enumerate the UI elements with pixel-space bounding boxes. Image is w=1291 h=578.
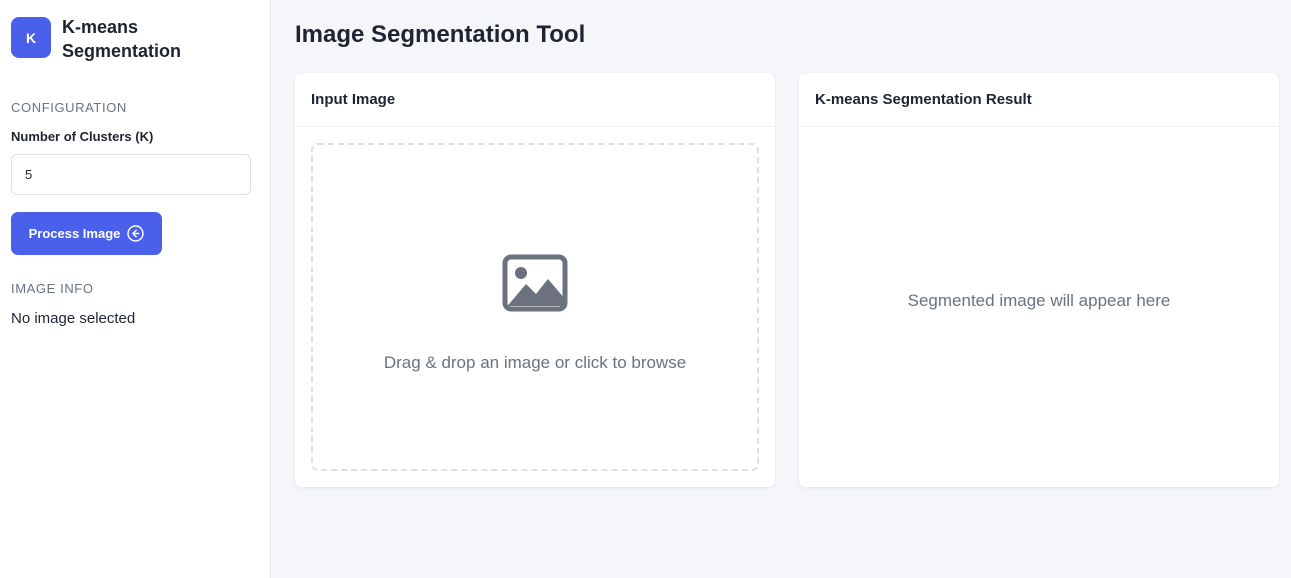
result-area: Segmented image will appear here [799,127,1279,487]
brand: K K-means Segmentation [11,15,259,63]
cards-row: Input Image Drag & drop an image or clic… [295,73,1279,487]
brand-logo: K [11,17,51,58]
app-window: K K-means Segmentation CONFIGURATION Num… [0,0,1291,578]
image-dropzone[interactable]: Drag & drop an image or click to browse [311,143,759,471]
image-info-section-label: IMAGE INFO [11,281,94,296]
process-image-button[interactable]: Process Image [11,212,162,255]
input-card-body: Drag & drop an image or click to browse [295,127,775,487]
input-image-card: Input Image Drag & drop an image or clic… [295,73,775,487]
clusters-input[interactable] [11,154,251,195]
image-icon [502,254,568,317]
clusters-label: Number of Clusters (K) [11,129,154,144]
page-title: Image Segmentation Tool [295,21,586,48]
result-placeholder-text: Segmented image will appear here [907,291,1171,310]
process-button-label: Process Image [28,226,121,241]
input-card-title: Input Image [295,73,775,127]
arrow-left-circle-icon [127,225,145,242]
result-card-title: K-means Segmentation Result [799,73,1279,127]
image-info-text: No image selected [11,310,136,327]
sidebar: K K-means Segmentation CONFIGURATION Num… [0,0,271,578]
brand-name: K-means Segmentation [62,17,182,61]
result-card: K-means Segmentation Result Segmented im… [799,73,1279,487]
dropzone-text: Drag & drop an image or click to browse [383,352,687,372]
main-content: Image Segmentation Tool Input Image Drag [271,0,1291,578]
configuration-section-label: CONFIGURATION [11,100,127,115]
